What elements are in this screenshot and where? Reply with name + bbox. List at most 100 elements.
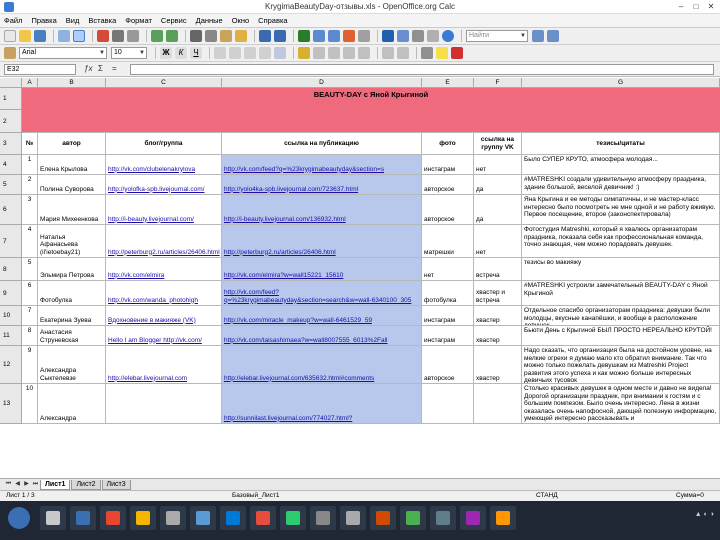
cell-num[interactable]: 8 <box>22 326 38 346</box>
taskbar-app-button[interactable] <box>310 506 336 530</box>
minimize-button[interactable]: – <box>674 1 688 12</box>
decrease-indent-icon[interactable] <box>382 47 394 59</box>
cell-quote[interactable]: Надо сказать, что организация была на до… <box>522 346 720 384</box>
help-icon[interactable] <box>442 30 454 42</box>
cell-author[interactable]: Александра <box>38 384 106 424</box>
taskbar-app-button[interactable] <box>250 506 276 530</box>
autospell-icon[interactable] <box>166 30 178 42</box>
cell-link[interactable]: http://vk.com/elmira?w=wall15221_15610 <box>222 258 422 281</box>
menu-window[interactable]: Окно <box>232 16 249 25</box>
export-pdf-icon[interactable] <box>97 30 109 42</box>
hyperlink-icon[interactable] <box>298 30 310 42</box>
taskbar-app-button[interactable] <box>460 506 486 530</box>
header-num[interactable]: № <box>22 133 38 155</box>
menu-format[interactable]: Формат <box>125 16 152 25</box>
styles-icon[interactable] <box>4 47 16 59</box>
font-color-icon[interactable] <box>451 47 463 59</box>
header-quotes[interactable]: тезисы/цитаты <box>522 133 720 155</box>
cell-photo[interactable]: авторское <box>422 195 474 225</box>
cell-author[interactable]: Эльмира Петрова <box>38 258 106 281</box>
align-right-icon[interactable] <box>244 47 256 59</box>
cell-num[interactable]: 4 <box>22 225 38 258</box>
name-box[interactable]: E32 <box>4 64 76 75</box>
increase-indent-icon[interactable] <box>397 47 409 59</box>
cell-num[interactable]: 6 <box>22 281 38 306</box>
cell-group[interactable]: хвастер <box>474 346 522 384</box>
zoom-icon[interactable] <box>427 30 439 42</box>
header-blog[interactable]: блог/группа <box>106 133 222 155</box>
menu-help[interactable]: Справка <box>258 16 287 25</box>
font-name-select[interactable]: Arial ▼ <box>19 47 107 59</box>
row-header[interactable]: 11 <box>0 326 22 346</box>
draw-functions-icon[interactable] <box>358 30 370 42</box>
currency-format-icon[interactable] <box>298 47 310 59</box>
redo-icon[interactable] <box>274 30 286 42</box>
italic-icon[interactable]: К <box>175 47 187 59</box>
align-left-icon[interactable] <box>214 47 226 59</box>
add-decimal-icon[interactable] <box>343 47 355 59</box>
cell-quote[interactable]: Отдельное спасибо организаторам праздник… <box>522 306 720 326</box>
percent-format-icon[interactable] <box>313 47 325 59</box>
taskbar-app-button[interactable] <box>100 506 126 530</box>
taskbar-app-button[interactable] <box>370 506 396 530</box>
sheet-tab-2[interactable]: Лист2 <box>71 479 101 490</box>
row-header[interactable]: 13 <box>0 384 22 424</box>
row-header[interactable]: 4 <box>0 155 22 175</box>
insert-chart-icon[interactable] <box>343 30 355 42</box>
row-header[interactable]: 10 <box>0 306 22 326</box>
cell-photo[interactable]: нет <box>422 258 474 281</box>
edit-file-icon[interactable] <box>73 30 85 42</box>
gallery-icon[interactable] <box>397 30 409 42</box>
column-header-d[interactable]: D <box>222 78 422 88</box>
menu-file[interactable]: Файл <box>4 16 22 25</box>
cell-author[interactable]: Мария Михеенкова <box>38 195 106 225</box>
cell-blog[interactable]: http://elebar.livejournal.com <box>106 346 222 384</box>
find-next-icon[interactable] <box>532 30 544 42</box>
row-header[interactable]: 9 <box>0 281 22 306</box>
cell-blog[interactable]: http://yolofka-spb.livejournal.com/ <box>106 175 222 195</box>
search-input[interactable]: Найти ▼ <box>466 30 528 42</box>
spellcheck-icon[interactable] <box>151 30 163 42</box>
cell-blog[interactable] <box>106 384 222 424</box>
cell-group[interactable]: хвастер <box>474 326 522 346</box>
sheet-tab-3[interactable]: Лист3 <box>101 479 131 490</box>
column-header-b[interactable]: B <box>38 78 106 88</box>
row-header[interactable]: 6 <box>0 195 22 225</box>
cell-quote[interactable]: Было СУПЕР КРУТО, атмосфера молодая... <box>522 155 720 175</box>
save-icon[interactable] <box>34 30 46 42</box>
cell-blog[interactable]: http://vk.com/clubelenakrylova <box>106 155 222 175</box>
taskbar-app-button[interactable] <box>70 506 96 530</box>
sum-icon[interactable]: Σ <box>98 64 103 73</box>
copy-icon[interactable] <box>205 30 217 42</box>
font-size-select[interactable]: 10 ▼ <box>111 47 147 59</box>
sort-ascending-icon[interactable] <box>313 30 325 42</box>
find-previous-icon[interactable] <box>547 30 559 42</box>
cell-link[interactable]: http://elebar.livejournal.com/635632.htm… <box>222 346 422 384</box>
cell-num[interactable]: 3 <box>22 195 38 225</box>
cell-link[interactable]: http://vk.com/taisashimaea?w=wall8007555… <box>222 326 422 346</box>
sort-descending-icon[interactable] <box>328 30 340 42</box>
last-sheet-icon[interactable]: ⏭ <box>31 480 40 489</box>
undo-icon[interactable] <box>259 30 271 42</box>
borders-icon[interactable] <box>421 47 433 59</box>
cell-num[interactable]: 1 <box>22 155 38 175</box>
email-icon[interactable] <box>58 30 70 42</box>
header-link[interactable]: ссылка на публикацию <box>222 133 422 155</box>
first-sheet-icon[interactable]: ⏮ <box>4 480 13 489</box>
taskbar-app-button[interactable] <box>430 506 456 530</box>
row-header[interactable]: 3 <box>0 133 22 155</box>
cut-icon[interactable] <box>190 30 202 42</box>
cell-link[interactable]: http://yolo4ka-spb.livejournal.com/72363… <box>222 175 422 195</box>
row-header[interactable]: 5 <box>0 175 22 195</box>
column-header-e[interactable]: E <box>422 78 474 88</box>
cell-quote[interactable]: Фотостудия Matreshki, который я хвалюсь … <box>522 225 720 258</box>
taskbar-app-button[interactable] <box>340 506 366 530</box>
print-preview-icon[interactable] <box>127 30 139 42</box>
function-icon[interactable]: = <box>112 64 117 73</box>
cell-group[interactable]: да <box>474 195 522 225</box>
cell-num[interactable]: 9 <box>22 346 38 384</box>
cell-group[interactable] <box>474 384 522 424</box>
close-button[interactable]: ✕ <box>704 1 718 12</box>
cell-blog[interactable]: Hello I am Blogger http://vk.com/ <box>106 326 222 346</box>
spreadsheet-grid[interactable]: A B C D E F G BEAUTY-DAY с Яной Крыгиной… <box>0 78 720 478</box>
